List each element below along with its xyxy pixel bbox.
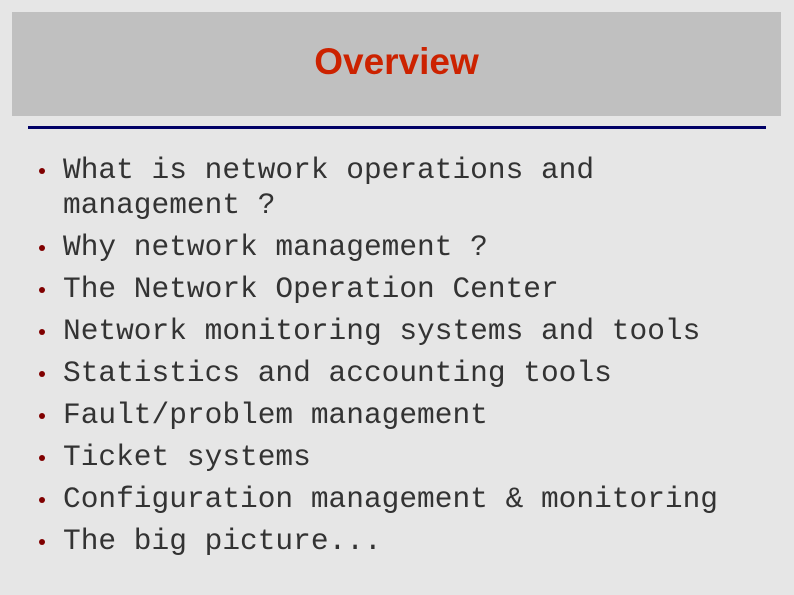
bullet-dot-icon xyxy=(39,455,45,461)
bullet-text: The Network Operation Center xyxy=(63,272,559,306)
bullet-dot-icon xyxy=(39,539,45,545)
bullet-text: Network monitoring systems and tools xyxy=(63,314,701,348)
bullet-text: Ticket systems xyxy=(63,440,311,474)
bullet-text: Configuration management & monitoring xyxy=(63,482,719,516)
bullet-text: Statistics and accounting tools xyxy=(63,356,612,390)
slide-title: Overview xyxy=(314,41,479,82)
bullet-dot-icon xyxy=(39,371,45,377)
bullet-item: Network monitoring systems and tools xyxy=(30,314,780,349)
bullet-item: Statistics and accounting tools xyxy=(30,356,780,391)
bullet-text: Why network management ? xyxy=(63,230,488,264)
bullet-dot-icon xyxy=(39,245,45,251)
bullet-item: Ticket systems xyxy=(30,440,780,475)
bullet-item: The Network Operation Center xyxy=(30,272,780,307)
bullet-item: What is network operations and managemen… xyxy=(30,153,623,223)
bullet-dot-icon xyxy=(39,329,45,335)
bullet-text: The big picture... xyxy=(63,524,382,558)
bullet-item: The big picture... xyxy=(30,524,780,559)
title-band: Overview xyxy=(12,12,781,116)
bullet-dot-icon xyxy=(39,287,45,293)
bullet-list: What is network operations and managemen… xyxy=(30,153,780,566)
bullet-item: Configuration management & monitoring xyxy=(30,482,780,517)
bullet-dot-icon xyxy=(39,168,45,174)
bullet-text: Fault/problem management xyxy=(63,398,488,432)
bullet-item: Why network management ? xyxy=(30,230,780,265)
title-divider xyxy=(28,126,766,129)
bullet-text: What is network operations and managemen… xyxy=(63,153,595,222)
bullet-dot-icon xyxy=(39,497,45,503)
bullet-dot-icon xyxy=(39,413,45,419)
bullet-item: Fault/problem management xyxy=(30,398,780,433)
